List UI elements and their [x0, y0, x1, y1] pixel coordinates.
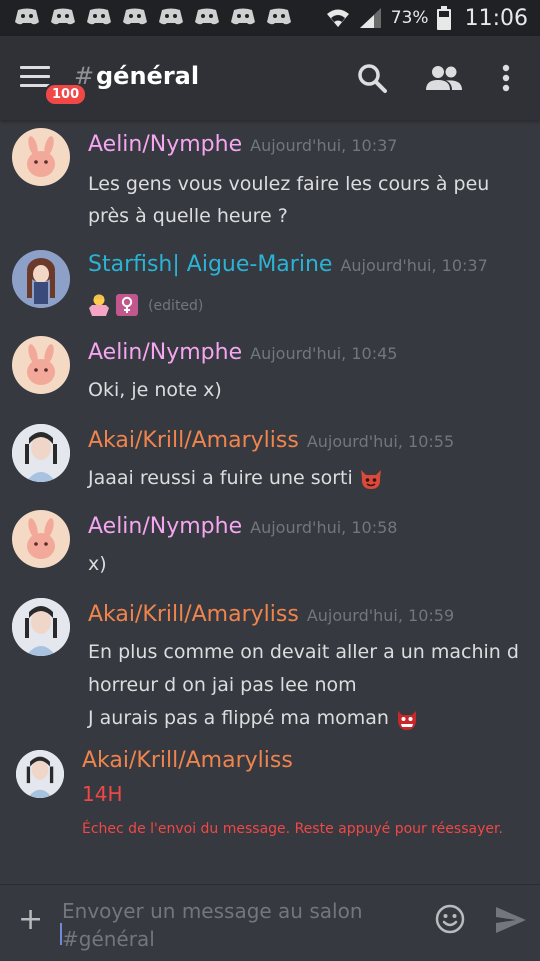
devil-face-emoji [360, 469, 381, 489]
message-text: près à quelle heure ? [88, 205, 288, 227]
wifi-icon [326, 9, 349, 27]
channel-title: général [96, 62, 200, 90]
author-name[interactable]: Starfish| Aigue-Marine Aujourd'hui, 10:37 [88, 252, 488, 277]
author-name[interactable]: Akai/Krill/Amaryliss Aujourd'hui, 10:59 [88, 602, 454, 627]
message-composer: + Envoyer un message au salon #général [0, 884, 540, 961]
avatar[interactable] [12, 128, 70, 186]
ogre-face-emoji [398, 710, 416, 730]
status-bar: 73% 11:06 [0, 0, 540, 36]
message-text: Oki, je note x) [88, 379, 222, 401]
message-text: x) [88, 553, 107, 575]
emoji-picker-icon[interactable] [434, 903, 466, 935]
message-input[interactable]: Envoyer un message au salon #général [62, 897, 392, 953]
timestamp: Aujourd'hui, 10:58 [250, 518, 398, 537]
send-failed-notice: Échec de l'envoi du message. Reste appuy… [82, 821, 503, 837]
send-icon[interactable] [494, 905, 528, 935]
members-icon[interactable] [424, 60, 464, 96]
discord-notification-icon [231, 8, 255, 25]
avatar[interactable] [16, 750, 64, 798]
photo-avatar-image [16, 750, 64, 798]
timestamp: Aujourd'hui, 10:37 [250, 136, 398, 155]
discord-notification-icon [87, 8, 111, 25]
bunny-avatar-image [27, 136, 55, 177]
avatar[interactable] [12, 510, 70, 568]
discord-notification-icon [15, 8, 39, 25]
edited-label: (edited) [148, 298, 204, 314]
timestamp: Aujourd'hui, 10:45 [250, 344, 398, 363]
female-sign-emoji [116, 293, 139, 316]
discord-notification-icon [195, 8, 219, 25]
add-attachment-button[interactable]: + [18, 905, 43, 935]
avatar[interactable] [12, 598, 70, 656]
discord-notification-icon [159, 8, 183, 25]
failed-message-text: 14H [82, 782, 123, 806]
message-text: J aurais pas a flippé ma moman [88, 702, 419, 735]
timestamp: Aujourd'hui, 10:59 [306, 606, 455, 625]
signal-icon [359, 8, 381, 28]
battery-icon [436, 6, 451, 30]
discord-notification-icon [51, 8, 75, 25]
discord-notification-icon [123, 8, 147, 25]
photo-avatar-image [12, 424, 70, 482]
avatar[interactable] [12, 424, 70, 482]
photo-avatar-image [12, 598, 70, 656]
author-name[interactable]: Aelin/Nymphe Aujourd'hui, 10:45 [88, 340, 397, 365]
bunny-avatar-image [27, 518, 55, 559]
discord-notification-icon [267, 8, 291, 25]
anime-girl-avatar-image [12, 250, 70, 308]
author-name[interactable]: Akai/Krill/Amaryliss [82, 748, 293, 773]
message-text: En plus comme on devait aller a un machi… [88, 641, 519, 663]
author-name[interactable]: Akai/Krill/Amaryliss Aujourd'hui, 10:55 [88, 428, 454, 453]
bunny-avatar-image [27, 344, 55, 385]
timestamp: Aujourd'hui, 10:55 [306, 432, 455, 451]
message-text: horreur d on jai pas lee nom [88, 674, 357, 696]
clock: 11:06 [464, 5, 528, 31]
timestamp: Aujourd'hui, 10:37 [340, 256, 488, 275]
channel-hash: # [74, 62, 95, 90]
message-text: Les gens vous voulez faire les cours à p… [88, 173, 490, 195]
message-text: Jaaai reussi a fuire une sorti [88, 462, 383, 495]
search-icon[interactable] [354, 60, 390, 96]
avatar[interactable] [12, 250, 70, 308]
message-text: (edited) [88, 288, 203, 323]
author-name[interactable]: Aelin/Nymphe Aujourd'hui, 10:58 [88, 514, 397, 539]
person-shrugging-emoji [89, 294, 109, 316]
battery-percent: 73% [390, 8, 429, 28]
menu-icon[interactable] [20, 66, 50, 88]
text-cursor [60, 923, 62, 945]
more-options-icon[interactable] [494, 60, 518, 96]
channel-header: 100 # général [0, 36, 540, 120]
author-name[interactable]: Aelin/Nymphe Aujourd'hui, 10:37 [88, 132, 397, 157]
avatar[interactable] [12, 336, 70, 394]
